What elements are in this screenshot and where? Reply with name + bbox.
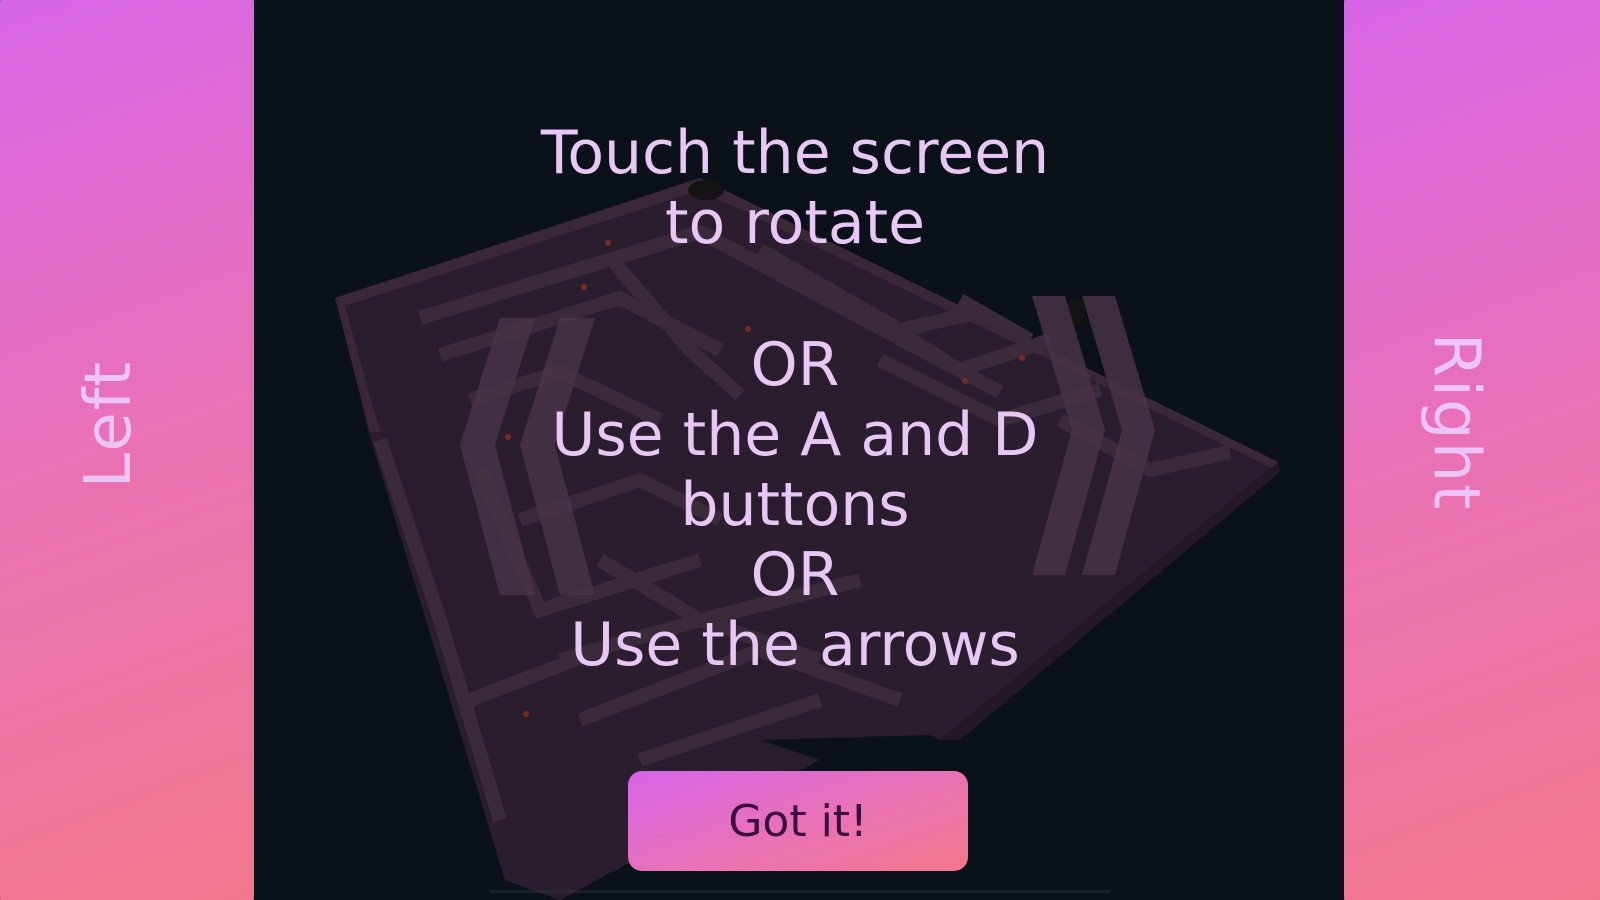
instruction-spacer [480, 258, 1110, 330]
instruction-line-2: to rotate [664, 188, 926, 258]
instruction-line-1: Touch the screen [540, 118, 1050, 188]
rotate-right-button[interactable]: Right [1344, 0, 1600, 900]
game-viewport[interactable]: Left Right Touch the screen to rotate OR… [0, 0, 1600, 900]
instruction-or-1: OR [750, 330, 840, 400]
instruction-line-3: Use the A and D [551, 400, 1039, 470]
instruction-line-4: buttons [680, 470, 910, 540]
rotate-right-label: Right [1418, 332, 1493, 512]
rotate-left-button[interactable]: Left [0, 0, 254, 900]
tutorial-instructions: Touch the screen to rotate OR Use the A … [480, 118, 1110, 680]
instruction-or-2: OR [750, 540, 840, 610]
rotate-left-label: Left [72, 359, 147, 489]
got-it-button[interactable]: Got it! [628, 771, 968, 871]
instruction-line-5: Use the arrows [570, 610, 1020, 680]
footer-fine-print [490, 890, 1110, 893]
